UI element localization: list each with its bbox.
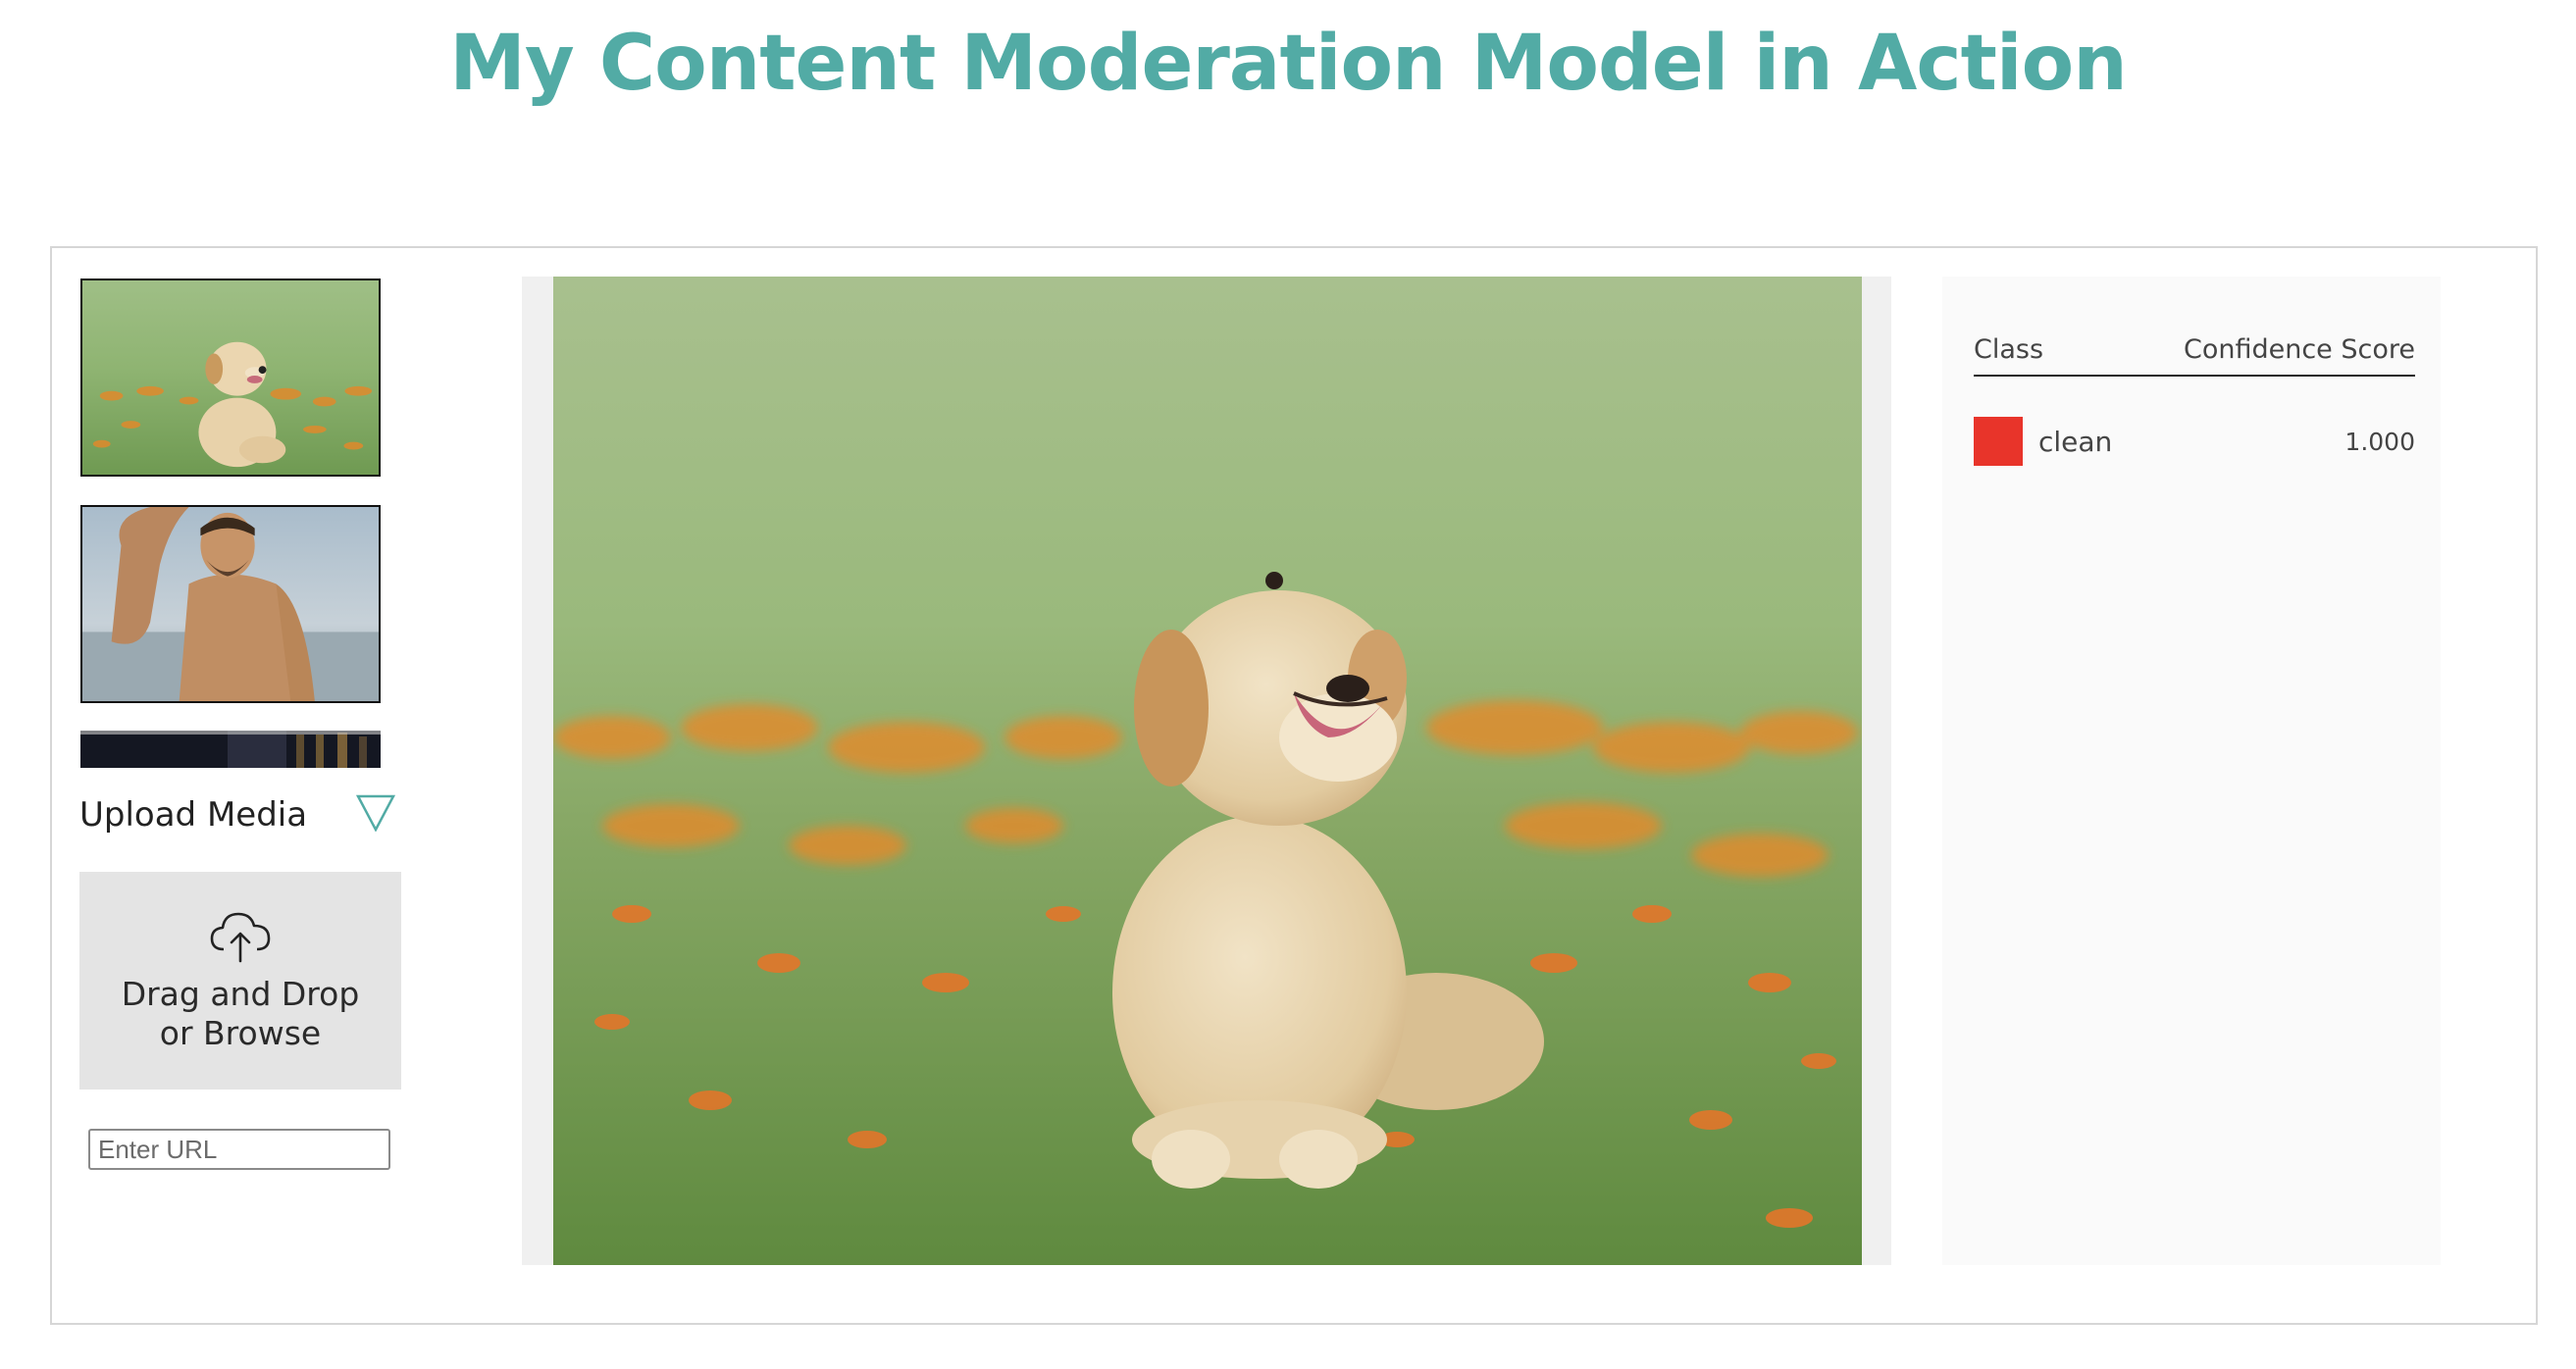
puppy-thumbnail-image: [82, 280, 379, 475]
main-preview-panel: [522, 277, 1891, 1265]
thumbnail-man[interactable]: [80, 505, 381, 703]
results-panel: Class Confidence Score clean 1.000: [1942, 277, 2441, 1265]
page-title: My Content Moderation Model in Action: [449, 20, 2127, 108]
man-thumbnail-image: [82, 507, 379, 701]
thumbnail-puppy[interactable]: [80, 279, 381, 477]
dropzone-label: Drag and Drop or Browse: [121, 975, 360, 1052]
confidence-column-header: Confidence Score: [2183, 333, 2415, 365]
url-input[interactable]: [88, 1129, 390, 1170]
drag-drop-zone[interactable]: Drag and Drop or Browse: [79, 872, 401, 1090]
thumbnail-night[interactable]: [80, 731, 381, 768]
class-label: clean: [2038, 425, 2113, 458]
class-column-header: Class: [1974, 333, 2044, 365]
triangle-down-icon: [355, 794, 396, 836]
confidence-score: 1.000: [2344, 427, 2415, 456]
upload-media-toggle[interactable]: Upload Media: [79, 790, 396, 839]
class-color-swatch: [1974, 417, 2023, 466]
upload-media-label: Upload Media: [79, 795, 308, 835]
results-header: Class Confidence Score: [1974, 324, 2415, 377]
cloud-upload-icon: [208, 908, 273, 969]
result-row: clean 1.000: [1974, 416, 2415, 467]
main-preview-image: [553, 277, 1862, 1265]
night-thumbnail-image: [80, 731, 381, 768]
